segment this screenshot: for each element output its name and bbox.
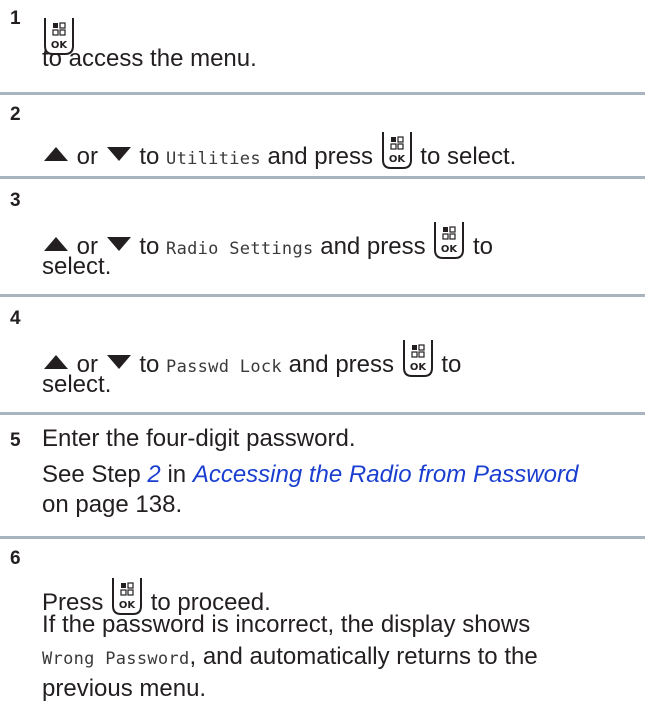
note-text: , and automatically returns to the <box>189 643 538 670</box>
word-to: to <box>472 233 493 260</box>
step-number: 2 <box>10 104 21 125</box>
menu-ok-key-icon: OK <box>432 220 466 260</box>
menu-ok-key-icon: OK <box>380 130 414 170</box>
word-and-press: and press <box>320 233 426 260</box>
page-ref: on page 138. <box>42 491 183 518</box>
page-ref-line: on page 138. <box>42 490 182 520</box>
word-to: to <box>139 143 160 170</box>
see-step-prefix: See Step <box>42 461 141 488</box>
step-ref-link[interactable]: 2 <box>147 461 160 488</box>
divider <box>0 294 645 297</box>
word-to: to <box>139 351 160 378</box>
step-number: 5 <box>10 430 21 451</box>
word-to: to <box>441 351 462 378</box>
step-text-body: Enter the four-digit password. <box>42 425 356 452</box>
note-line-1: If the password is incorrect, the displa… <box>42 610 530 640</box>
up-arrow-icon <box>42 141 70 171</box>
word-select: to select. <box>420 143 517 170</box>
step-text: Enter the four-digit password. <box>42 424 356 454</box>
step-number: 3 <box>10 190 21 211</box>
word-select: select. <box>42 253 112 280</box>
down-arrow-icon <box>105 141 133 171</box>
divider <box>0 536 645 539</box>
word-select: select. <box>42 371 112 398</box>
divider <box>0 412 645 415</box>
word-and-press: and press <box>288 351 395 378</box>
display-message: Wrong Password <box>42 649 190 669</box>
step-text-line: to access the menu. <box>42 44 257 74</box>
svg-text:OK: OK <box>389 154 407 165</box>
note-text: If the password is incorrect, the displa… <box>42 611 531 638</box>
see-step-line: See Step 2 in Accessing the Radio from P… <box>42 460 578 490</box>
divider <box>0 176 645 179</box>
divider <box>0 92 645 95</box>
menu-ok-key-icon: OK <box>401 338 435 378</box>
svg-text:OK: OK <box>441 244 459 255</box>
word-to: to <box>139 233 160 260</box>
menu-target: Utilities <box>166 149 261 169</box>
svg-text:OK: OK <box>410 362 428 373</box>
word-or: or <box>76 143 99 170</box>
section-link[interactable]: Accessing the Radio from Password <box>193 461 579 488</box>
step-text-line: select. <box>42 370 111 400</box>
step-number: 4 <box>10 308 21 329</box>
step-text-line: select. <box>42 252 111 282</box>
step-text-body: to access the menu. <box>42 45 257 72</box>
step-number: 6 <box>10 548 21 569</box>
menu-target: Passwd Lock <box>166 357 282 377</box>
note-line-3: previous menu. <box>42 674 206 704</box>
word-in: in <box>167 461 187 488</box>
word-and-press: and press <box>267 143 373 170</box>
step-number: 1 <box>10 8 21 29</box>
note-text: previous menu. <box>42 675 207 702</box>
menu-target: Radio Settings <box>166 239 314 259</box>
step-text: or to Utilities and press OK to select. <box>42 130 516 174</box>
note-line-2: Wrong Password, and automatically return… <box>42 642 538 674</box>
